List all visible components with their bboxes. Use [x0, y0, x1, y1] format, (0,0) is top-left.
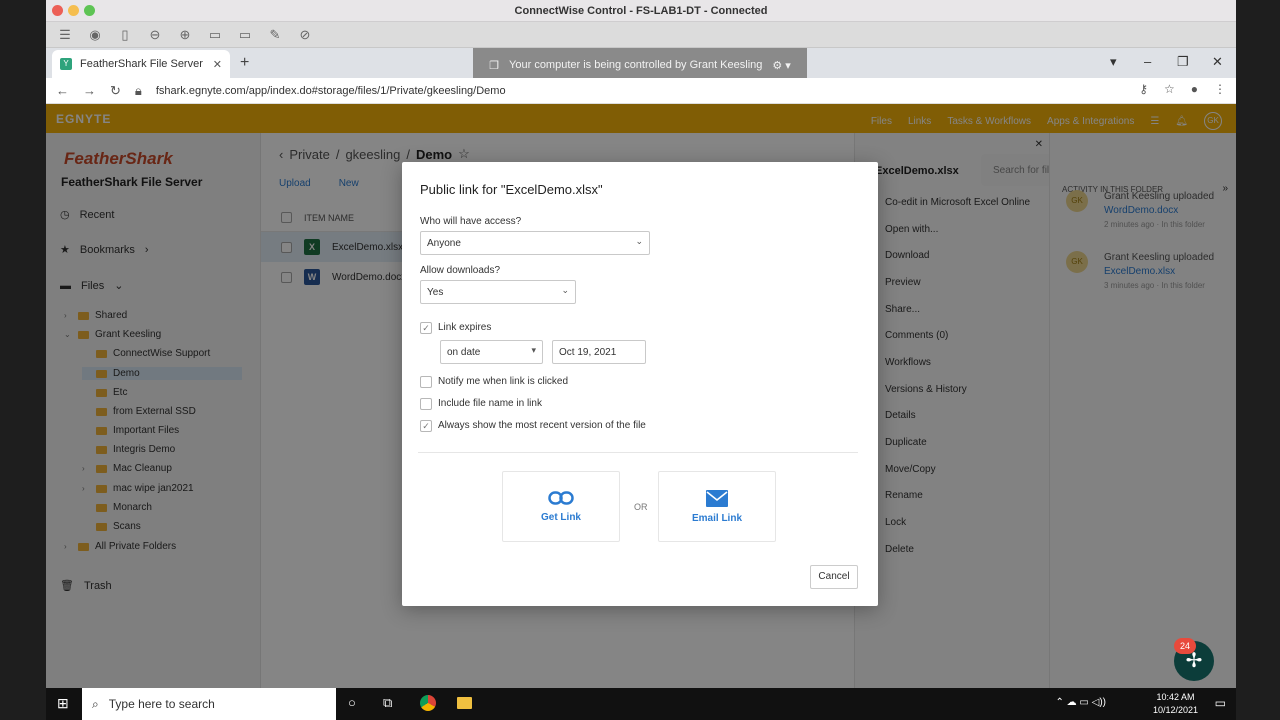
- link-icon: [548, 491, 574, 505]
- file-icon[interactable]: ▭: [208, 27, 222, 43]
- taskbar-search-input[interactable]: ⌕ Type here to search: [82, 688, 336, 720]
- address-bar-actions: ⚷ ☆ ● ⋮: [1139, 82, 1226, 96]
- kebab-menu-icon[interactable]: ⋮: [1214, 82, 1226, 96]
- include-name-checkbox[interactable]: [420, 398, 432, 410]
- public-link-dialog: Public link for "ExcelDemo.xlsx" Who wil…: [402, 162, 878, 606]
- envelope-icon: [706, 489, 728, 507]
- windows-start-icon[interactable]: ⊞: [57, 695, 69, 712]
- access-label: Who will have access?: [420, 216, 522, 227]
- restore-icon[interactable]: ❐: [1177, 54, 1189, 70]
- expire-mode-value: on date: [447, 346, 481, 358]
- account-icon[interactable]: ●: [1191, 82, 1198, 96]
- tray-icons[interactable]: ⌃ ☁ ▭ ◁)): [1055, 697, 1106, 708]
- book-icon[interactable]: ▯: [118, 27, 132, 43]
- notify-checkbox[interactable]: [420, 376, 432, 388]
- forward-icon[interactable]: →: [83, 83, 96, 98]
- recent-version-label: Always show the most recent version of t…: [438, 420, 646, 431]
- menu-icon[interactable]: ☰: [58, 27, 72, 43]
- chrome-icon[interactable]: [420, 695, 436, 711]
- minimize-icon[interactable]: –: [1144, 54, 1151, 69]
- control-banner: ❐ Your computer is being controlled by G…: [473, 48, 807, 82]
- egnyte-favicon-icon: Y: [60, 58, 72, 70]
- window-titlebar: ConnectWise Control - FS-LAB1-DT - Conne…: [46, 0, 1236, 22]
- search-icon: ⌕: [92, 696, 99, 711]
- tray-clock[interactable]: 10:42 AM 10/12/2021: [1153, 691, 1198, 717]
- notification-badge: 24: [1174, 638, 1196, 654]
- key-icon[interactable]: ⚷: [1139, 82, 1148, 96]
- minimize-traffic-light[interactable]: [68, 5, 79, 16]
- window-close-icon[interactable]: ✕: [1212, 54, 1223, 70]
- connectwise-toolbar: ☰ ◉ ▯ ⊖ ⊕ ▭ ▭ ✎ ⊘: [46, 22, 1236, 48]
- cortana-icon[interactable]: ○: [348, 695, 356, 710]
- include-name-label: Include file name in link: [438, 398, 542, 409]
- access-select[interactable]: Anyone ⌄: [420, 231, 650, 255]
- clock-time: 10:42 AM: [1156, 692, 1195, 702]
- settings-gear-icon[interactable]: ⚙ ▾: [772, 59, 790, 72]
- file2-icon[interactable]: ▭: [238, 27, 252, 43]
- remote-screen: Y FeatherShark File Server ✕ + ❐ Your co…: [46, 48, 1236, 688]
- control-banner-text: Your computer is being controlled by Gra…: [509, 59, 763, 71]
- access-value: Anyone: [427, 237, 461, 249]
- notify-label: Notify me when link is clicked: [438, 376, 569, 387]
- camera-icon[interactable]: ◉: [88, 27, 102, 43]
- chevron-down-icon: ⌄: [561, 285, 569, 295]
- notifications-icon[interactable]: ▭: [1215, 696, 1226, 710]
- lock-icon: 🔒︎: [134, 82, 142, 98]
- pen-icon[interactable]: ✎: [268, 27, 282, 43]
- windows-taskbar: ⊞ ⌕ Type here to search ○ ⧉ ⌃ ☁ ▭ ◁)) 10…: [46, 688, 1236, 720]
- link-expires-checkbox[interactable]: ✓: [420, 322, 432, 334]
- expire-date-value: Oct 19, 2021: [559, 346, 617, 358]
- zoom-in-icon[interactable]: ⊕: [178, 27, 192, 43]
- email-link-label: Email Link: [691, 512, 742, 524]
- taskbar-search-placeholder: Type here to search: [108, 697, 215, 711]
- file-explorer-icon[interactable]: [457, 697, 472, 709]
- expire-mode-select[interactable]: on date ▾: [440, 340, 543, 364]
- downloads-value: Yes: [427, 286, 444, 298]
- divider: [418, 452, 858, 453]
- tab-close-icon[interactable]: ✕: [213, 58, 222, 71]
- profile-dropdown-icon[interactable]: ▾: [1110, 54, 1117, 70]
- back-icon[interactable]: ←: [56, 83, 69, 98]
- expire-date-input[interactable]: Oct 19, 2021: [552, 340, 646, 364]
- recent-version-checkbox[interactable]: ✓: [420, 420, 432, 432]
- clock-date: 10/12/2021: [1152, 705, 1198, 715]
- link-expires-label: Link expires: [438, 322, 492, 333]
- window-title: ConnectWise Control - FS-LAB1-DT - Conne…: [514, 4, 768, 17]
- browser-tab[interactable]: Y FeatherShark File Server ✕: [52, 50, 230, 78]
- zoom-traffic-light[interactable]: [84, 5, 95, 16]
- get-link-button[interactable]: Get Link: [502, 471, 620, 542]
- star-icon[interactable]: ☆: [1164, 82, 1175, 96]
- downloads-label: Allow downloads?: [420, 265, 501, 276]
- chevron-down-icon: ⌄: [635, 236, 643, 246]
- cancel-button[interactable]: Cancel: [810, 565, 858, 589]
- reload-icon[interactable]: ↻: [110, 83, 121, 99]
- close-traffic-light[interactable]: [52, 5, 63, 16]
- new-tab-icon[interactable]: +: [240, 54, 249, 72]
- caret-down-icon: ▾: [531, 345, 536, 355]
- url-field[interactable]: fshark.egnyte.com/app/index.do#storage/f…: [156, 85, 506, 97]
- address-bar: ← → ↻ 🔒︎ fshark.egnyte.com/app/index.do#…: [46, 78, 1236, 104]
- zoom-out-icon[interactable]: ⊖: [148, 27, 162, 43]
- get-link-label: Get Link: [540, 512, 581, 523]
- or-separator: OR: [634, 502, 648, 512]
- task-view-icon[interactable]: ⧉: [383, 695, 392, 711]
- dialog-title: Public link for "ExcelDemo.xlsx": [420, 182, 603, 197]
- eye-off-icon[interactable]: ⊘: [298, 27, 312, 43]
- tab-title: FeatherShark File Server: [80, 58, 203, 70]
- browser-tabbar: Y FeatherShark File Server ✕ + ❐ Your co…: [46, 48, 1236, 82]
- downloads-select[interactable]: Yes ⌄: [420, 280, 576, 304]
- email-link-button[interactable]: Email Link: [658, 471, 776, 542]
- screen-share-icon: ❐: [489, 59, 500, 72]
